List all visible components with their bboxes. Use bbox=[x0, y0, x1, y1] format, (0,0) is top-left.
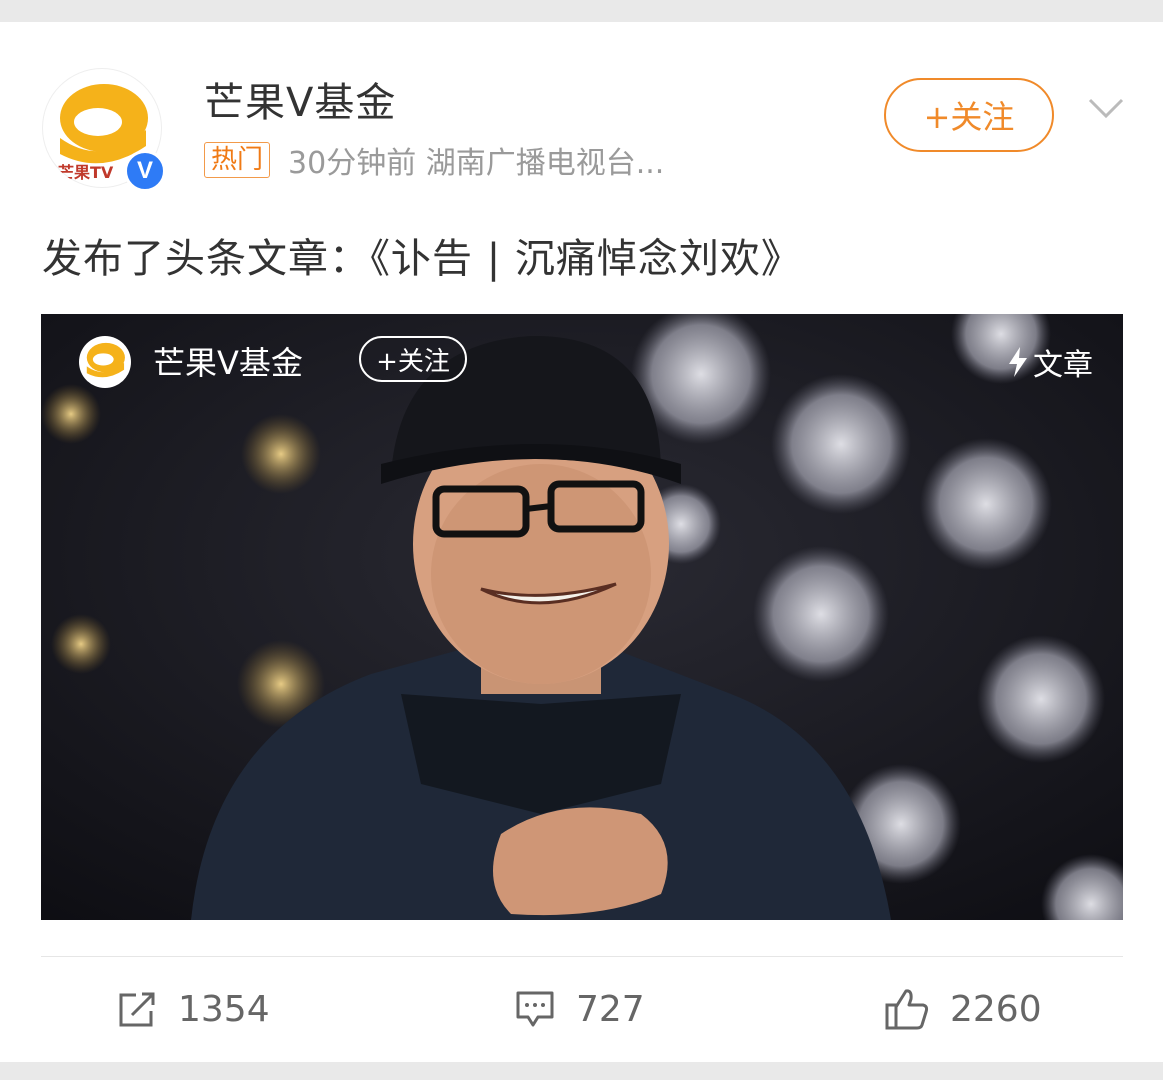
repost-button[interactable]: 1354 bbox=[116, 984, 270, 1034]
share-icon bbox=[119, 992, 155, 1027]
username[interactable]: 芒果V基金 bbox=[204, 70, 396, 128]
thumbs-up-icon bbox=[885, 989, 929, 1030]
like-count: 2260 bbox=[950, 988, 1042, 1030]
comment-icon bbox=[516, 991, 554, 1027]
post-meta: 热门 30分钟前 湖南广播电视台... bbox=[204, 142, 664, 181]
post-card: 芒果TV V 芒果V基金 热门 30分钟前 湖南广播电视台... +关注 发布了… bbox=[0, 22, 1163, 1062]
verified-icon: V bbox=[124, 150, 166, 192]
media-follow-button[interactable]: +关注 bbox=[359, 336, 467, 382]
comment-button[interactable]: 727 bbox=[514, 984, 645, 1034]
repost-count: 1354 bbox=[178, 988, 270, 1030]
mango-logo bbox=[86, 342, 125, 378]
comment-count: 727 bbox=[576, 988, 645, 1030]
article-cover-image bbox=[41, 314, 1123, 920]
article-media-card[interactable]: 芒果V基金 +关注 文章 bbox=[41, 314, 1123, 920]
post-text: 发布了头条文章：《讣告 | 沉痛悼念刘欢》 bbox=[42, 236, 802, 282]
like-button[interactable]: 2260 bbox=[884, 984, 1042, 1034]
post-time-source: 30分钟前 湖南广播电视台... bbox=[288, 146, 665, 181]
svg-text:芒果TV: 芒果TV bbox=[58, 163, 114, 182]
hot-badge: 热门 bbox=[204, 142, 271, 178]
media-username[interactable]: 芒果V基金 bbox=[153, 338, 303, 384]
lightning-icon bbox=[1009, 347, 1027, 377]
follow-button[interactable]: +关注 bbox=[884, 78, 1054, 152]
chevron-down-icon[interactable] bbox=[1088, 96, 1124, 120]
article-tag: 文章 bbox=[1007, 340, 1093, 384]
divider bbox=[41, 956, 1123, 957]
media-avatar[interactable] bbox=[79, 336, 131, 388]
article-tag-label: 文章 bbox=[1033, 348, 1093, 383]
